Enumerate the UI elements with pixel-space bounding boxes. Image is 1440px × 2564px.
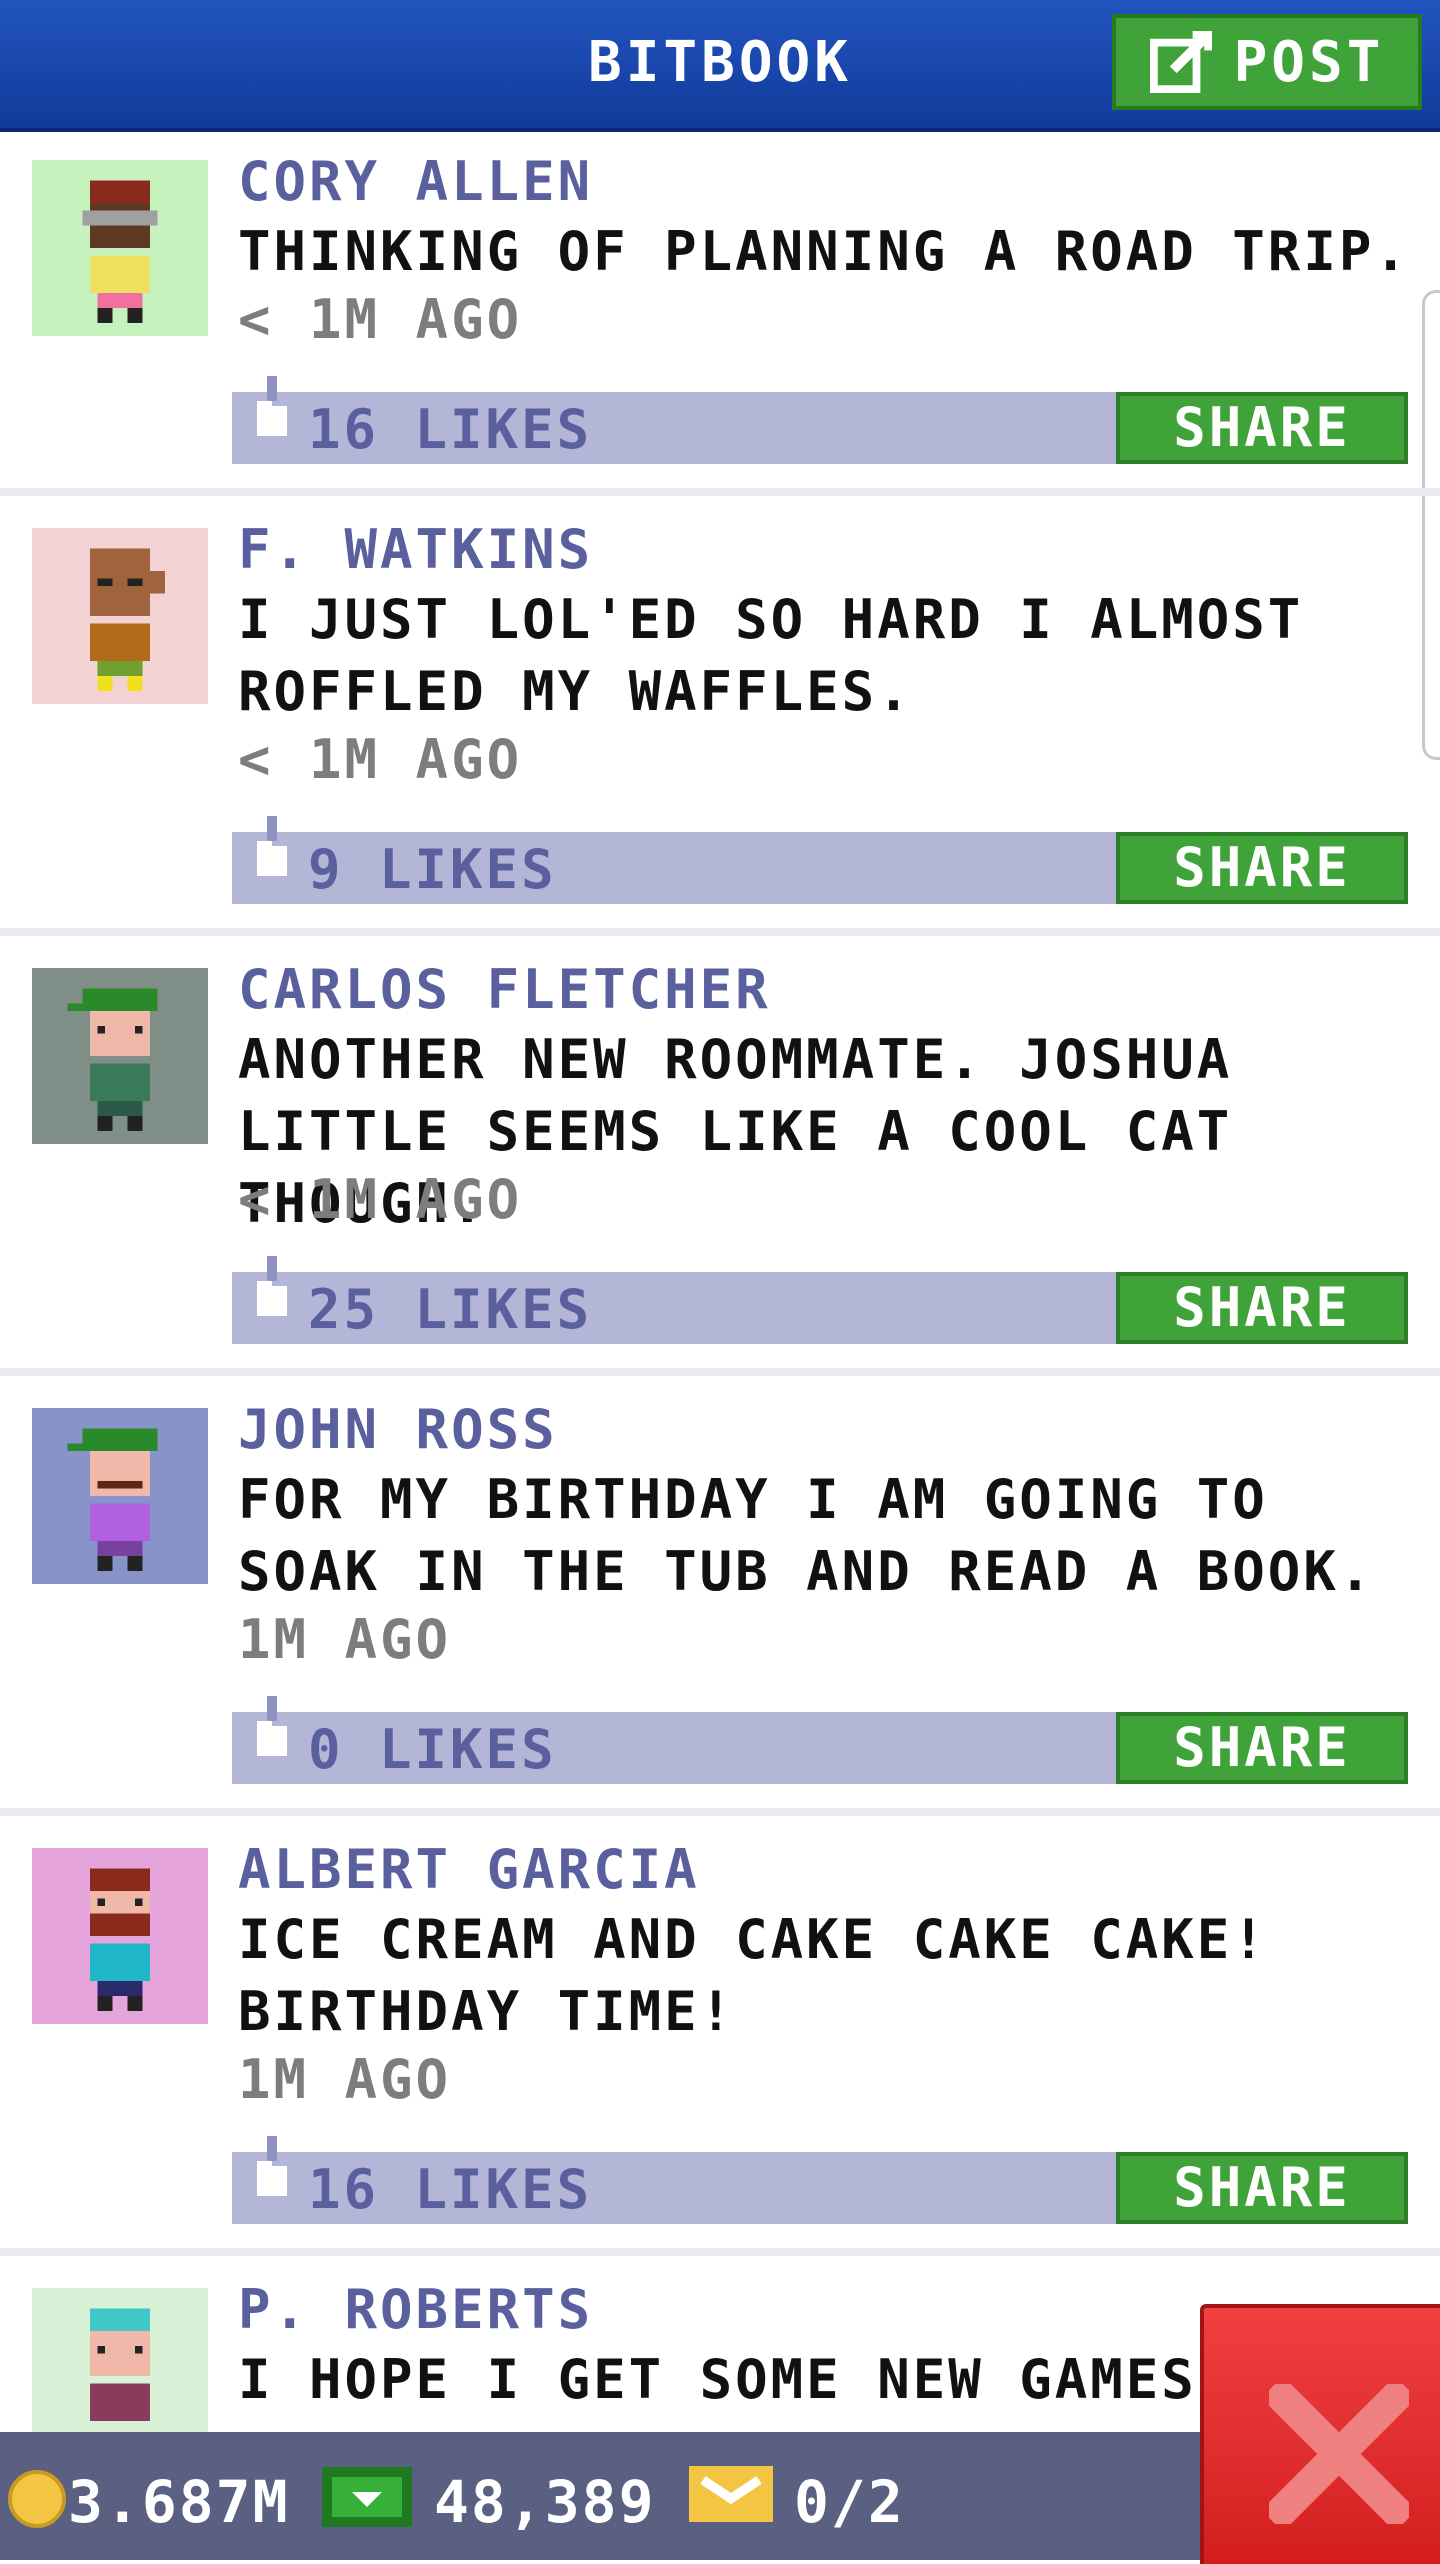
like-thumb-icon[interactable] (252, 816, 292, 886)
feed-post: JOHN ROSS FOR MY BIRTHDAY I AM GOING TO … (0, 1376, 1440, 1808)
share-button[interactable]: SHARE (1116, 1712, 1408, 1784)
share-button[interactable]: SHARE (1116, 1272, 1408, 1344)
post-text-line: FOR MY BIRTHDAY I AM GOING TO (238, 1468, 1268, 1531)
tickets-value: 0/2 (794, 2468, 905, 2536)
feed-post: ALBERT GARCIA ICE CREAM AND CAKE CAKE CA… (0, 1816, 1440, 2248)
share-button[interactable]: SHARE (1116, 392, 1408, 464)
post-text-line: THINKING OF PLANNING A ROAD TRIP. (238, 220, 1410, 283)
likes-count: 9 LIKES (308, 838, 557, 901)
close-button[interactable] (1200, 2304, 1440, 2564)
post-author[interactable]: CORY ALLEN (238, 150, 593, 213)
like-bar: 16 LIKES SHARE (232, 2136, 1408, 2224)
post-author[interactable]: F. WATKINS (238, 518, 593, 581)
avatar (32, 1848, 208, 2024)
likes-count: 0 LIKES (308, 1718, 557, 1781)
post-author[interactable]: P. ROBERTS (238, 2278, 593, 2341)
feed-post: CARLOS FLETCHER ANOTHER NEW ROOMMATE. JO… (0, 936, 1440, 1368)
post-text-line: ANOTHER NEW ROOMMATE. JOSHUA (238, 1028, 1233, 1091)
post-button[interactable]: POST (1112, 14, 1422, 110)
post-text-line: I JUST LOL'ED SO HARD I ALMOST (238, 588, 1304, 651)
post-text-line: SOAK IN THE TUB AND READ A BOOK. (238, 1540, 1375, 1603)
post-text-line: ROFFLED MY WAFFLES. (238, 660, 913, 723)
post-button-label: POST (1233, 29, 1385, 95)
like-bar: 9 LIKES SHARE (232, 816, 1408, 904)
post-divider (0, 1808, 1440, 1816)
post-divider (0, 928, 1440, 936)
post-text-line: ICE CREAM AND CAKE CAKE CAKE! (238, 1908, 1268, 1971)
post-author[interactable]: CARLOS FLETCHER (238, 958, 771, 1021)
coin-icon (8, 2470, 66, 2528)
post-time: 1M AGO (238, 2048, 452, 2111)
feed-post: F. WATKINS I JUST LOL'ED SO HARD I ALMOS… (0, 496, 1440, 928)
post-time: < 1M AGO (238, 728, 523, 791)
like-bar: 16 LIKES SHARE (232, 376, 1408, 464)
avatar (32, 160, 208, 336)
like-thumb-icon[interactable] (252, 1256, 292, 1326)
avatar (32, 528, 208, 704)
avatar (32, 2288, 208, 2432)
like-thumb-icon[interactable] (252, 2136, 292, 2206)
share-button[interactable]: SHARE (1116, 2152, 1408, 2224)
top-bar: BITBOOK POST (0, 0, 1440, 132)
likes-count: 16 LIKES (308, 2158, 593, 2221)
like-thumb-icon[interactable] (252, 1696, 292, 1766)
post-divider (0, 2248, 1440, 2256)
post-author[interactable]: ALBERT GARCIA (238, 1838, 700, 1901)
like-bar: 0 LIKES SHARE (232, 1696, 1408, 1784)
post-divider (0, 1368, 1440, 1376)
avatar-figure-icon (82, 180, 158, 323)
ticket-icon (689, 2466, 773, 2522)
like-bar: 25 LIKES SHARE (232, 1256, 1408, 1344)
post-time: < 1M AGO (238, 1168, 523, 1231)
post-time: 1M AGO (238, 1608, 452, 1671)
coins-value: 3.687M (68, 2468, 290, 2536)
avatar-figure-icon (90, 548, 165, 691)
avatar-figure-icon (90, 2308, 150, 2421)
post-author[interactable]: JOHN ROSS (238, 1398, 558, 1461)
post-divider (0, 488, 1440, 496)
close-icon (1269, 2384, 1409, 2524)
cash-value: 48,389 (434, 2468, 656, 2536)
avatar-figure-icon (90, 1868, 150, 2011)
like-thumb-icon[interactable] (252, 376, 292, 446)
compose-icon (1149, 31, 1212, 93)
avatar (32, 1408, 208, 1584)
cash-icon (322, 2467, 412, 2527)
share-button[interactable]: SHARE (1116, 832, 1408, 904)
feed-post: CORY ALLEN THINKING OF PLANNING A ROAD T… (0, 128, 1440, 488)
avatar (32, 968, 208, 1144)
likes-count: 25 LIKES (308, 1278, 593, 1341)
post-text-line: BIRTHDAY TIME! (238, 1980, 736, 2043)
post-time: < 1M AGO (238, 288, 523, 351)
avatar-figure-icon (67, 988, 158, 1131)
avatar-figure-icon (67, 1428, 158, 1571)
likes-count: 16 LIKES (308, 398, 593, 461)
